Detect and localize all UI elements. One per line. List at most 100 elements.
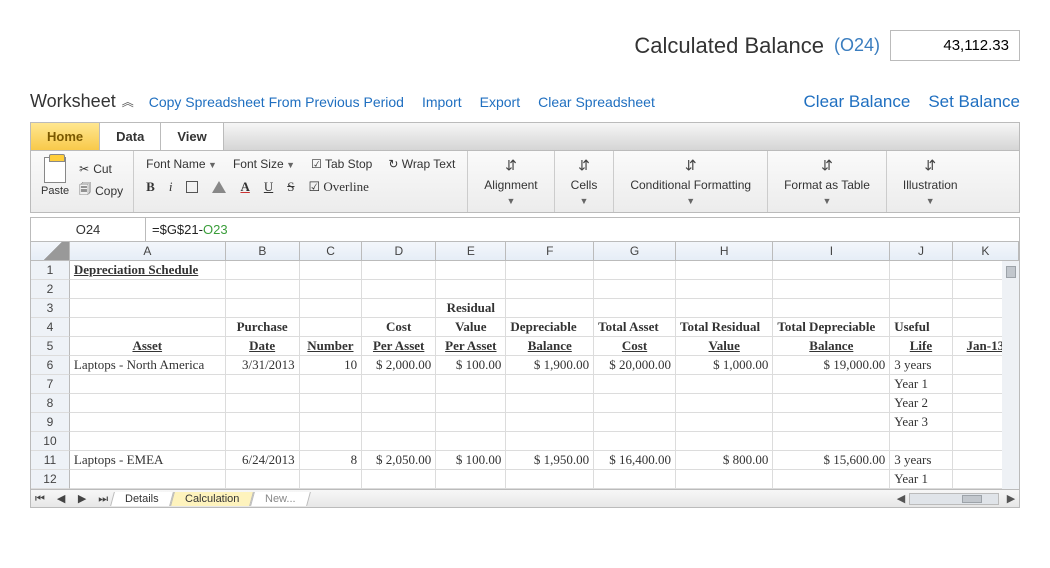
cell[interactable]: Number [300, 337, 362, 356]
cell[interactable] [436, 394, 506, 413]
row-header[interactable]: 1 [31, 261, 70, 280]
bold-button[interactable]: B [146, 179, 155, 195]
cell[interactable] [676, 261, 773, 280]
cell[interactable] [300, 299, 362, 318]
cell[interactable]: $ 800.00 [676, 451, 773, 470]
font-name-dropdown[interactable]: Font Name [146, 157, 217, 171]
cell[interactable]: Per Asset [436, 337, 506, 356]
clear-spreadsheet-link[interactable]: Clear Spreadsheet [538, 94, 655, 110]
fill-color-button[interactable] [212, 181, 226, 193]
cell[interactable]: Year 1 [890, 470, 952, 489]
row-header[interactable]: 7 [31, 375, 70, 394]
cell[interactable] [594, 375, 676, 394]
cell[interactable] [506, 394, 594, 413]
cell[interactable] [676, 280, 773, 299]
cell[interactable]: Year 1 [890, 375, 952, 394]
cell[interactable] [676, 432, 773, 451]
prev-sheet-icon[interactable]: ◀ [52, 490, 70, 506]
illustration-dropdown-icon[interactable]: ▼ [926, 196, 935, 206]
cell[interactable] [300, 394, 362, 413]
cell[interactable]: Cost [362, 318, 436, 337]
hscroll-right-icon[interactable]: ▶ [1003, 491, 1019, 507]
underline-button[interactable]: U [264, 179, 273, 195]
cell[interactable]: Laptops - EMEA [70, 451, 226, 470]
cell[interactable] [773, 470, 890, 489]
next-sheet-icon[interactable]: ▶ [73, 490, 91, 506]
cell[interactable] [300, 280, 362, 299]
cell[interactable] [773, 299, 890, 318]
sheet-tab-details[interactable]: Details [110, 492, 173, 506]
cell[interactable]: Balance [773, 337, 890, 356]
cell[interactable] [773, 280, 890, 299]
name-box[interactable]: O24 [31, 218, 146, 241]
border-button[interactable] [186, 181, 198, 193]
cell[interactable] [226, 432, 300, 451]
cell[interactable]: 6/24/2013 [226, 451, 300, 470]
cell[interactable] [773, 375, 890, 394]
calculated-balance-input[interactable] [890, 30, 1020, 61]
col-header[interactable]: H [676, 242, 773, 261]
tab-stop-check[interactable]: Tab Stop [311, 157, 372, 171]
font-size-dropdown[interactable]: Font Size [233, 157, 295, 171]
sheet-nav[interactable]: ⏮ ◀ ▶ ⏭ [31, 490, 112, 507]
hscroll-thumb[interactable] [962, 495, 982, 503]
cell[interactable] [890, 299, 952, 318]
col-header[interactable]: I [773, 242, 890, 261]
cell[interactable] [506, 470, 594, 489]
cell[interactable]: $ 2,050.00 [362, 451, 436, 470]
cell[interactable] [773, 413, 890, 432]
cell[interactable]: Life [890, 337, 952, 356]
cell[interactable] [226, 413, 300, 432]
cell[interactable] [300, 318, 362, 337]
cell[interactable] [506, 261, 594, 280]
paste-icon[interactable] [44, 157, 66, 183]
cell[interactable]: Depreciation Schedule [70, 261, 226, 280]
cond-fmt-dropdown-icon[interactable]: ▼ [686, 196, 695, 206]
cell[interactable]: Total Asset [594, 318, 676, 337]
sheet-tab-calculation[interactable]: Calculation [170, 492, 254, 506]
export-link[interactable]: Export [480, 94, 520, 110]
cell[interactable]: Balance [506, 337, 594, 356]
cell[interactable] [300, 470, 362, 489]
cell[interactable] [300, 261, 362, 280]
cell[interactable]: Depreciable [506, 318, 594, 337]
row-header[interactable]: 10 [31, 432, 70, 451]
cell[interactable] [436, 261, 506, 280]
cell[interactable] [362, 470, 436, 489]
vscroll-track[interactable] [1002, 261, 1019, 489]
cell[interactable] [70, 432, 226, 451]
cell[interactable] [594, 394, 676, 413]
strikethrough-button[interactable]: S [287, 179, 294, 195]
cell[interactable] [436, 375, 506, 394]
cell[interactable] [676, 299, 773, 318]
cell[interactable] [676, 470, 773, 489]
cell[interactable] [676, 413, 773, 432]
cell[interactable] [436, 413, 506, 432]
cell[interactable] [226, 261, 300, 280]
cell[interactable]: 3 years [890, 451, 952, 470]
cell[interactable] [362, 375, 436, 394]
cell[interactable] [362, 261, 436, 280]
col-header[interactable]: D [362, 242, 436, 261]
cell[interactable] [226, 470, 300, 489]
col-header[interactable]: K [953, 242, 1019, 261]
cell[interactable]: $ 100.00 [436, 451, 506, 470]
cell[interactable] [226, 394, 300, 413]
cell[interactable]: 3/31/2013 [226, 356, 300, 375]
cond-fmt-button[interactable]: Conditional Formatting [630, 178, 751, 192]
cell[interactable]: Value [436, 318, 506, 337]
cell[interactable] [594, 299, 676, 318]
cell[interactable] [70, 318, 226, 337]
cell[interactable] [70, 299, 226, 318]
overline-check[interactable]: Overline [308, 179, 368, 195]
cell[interactable] [362, 394, 436, 413]
cells-dropdown-icon[interactable]: ▼ [580, 196, 589, 206]
row-header[interactable]: 5 [31, 337, 70, 356]
cell[interactable]: $ 16,400.00 [594, 451, 676, 470]
italic-button[interactable]: i [169, 179, 173, 195]
font-color-button[interactable]: A [240, 179, 249, 195]
cell[interactable] [594, 470, 676, 489]
cell[interactable] [436, 470, 506, 489]
cell[interactable] [362, 280, 436, 299]
cell[interactable] [506, 413, 594, 432]
